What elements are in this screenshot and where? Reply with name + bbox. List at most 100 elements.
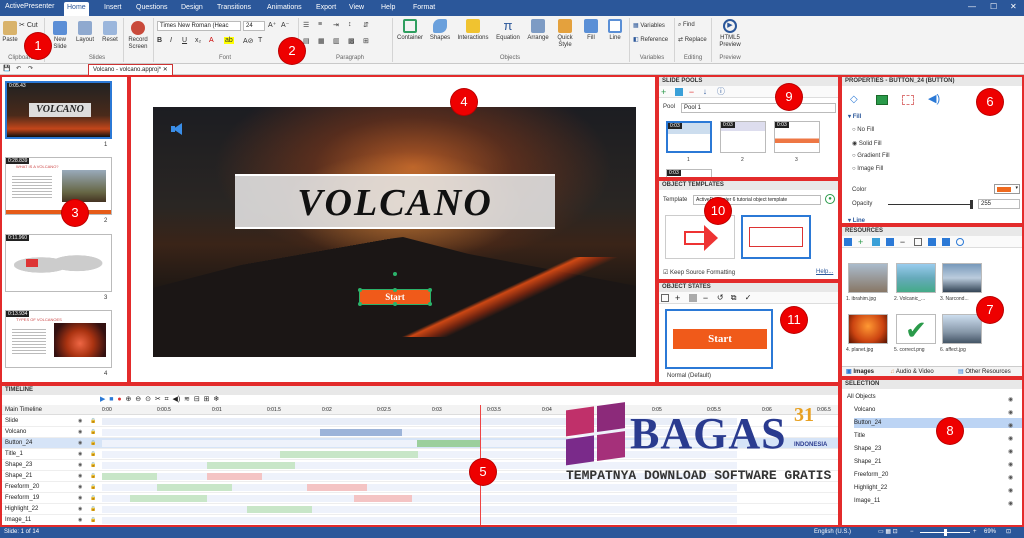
selection-item[interactable]: Highlight_22 — [854, 483, 1022, 493]
tab-home[interactable]: Home — [64, 2, 89, 16]
check-icon[interactable]: ✓ — [745, 294, 753, 302]
resize-handle[interactable] — [358, 288, 362, 292]
tab-design[interactable]: Design — [178, 2, 206, 16]
size-position-icon[interactable] — [876, 95, 888, 105]
keep-source-checkbox[interactable]: ☑ Keep Source Formatting — [663, 269, 735, 276]
tab-audio-video[interactable]: ♫ Audio & Video — [890, 367, 934, 376]
align-left-icon[interactable]: ▤ — [303, 37, 310, 45]
insert-time-icon[interactable]: ⊞ — [204, 396, 210, 403]
record-screen-button[interactable]: Record Screen — [125, 21, 151, 51]
document-tab[interactable]: Volcano - volcano.approj* ✕ — [88, 64, 173, 75]
justify-icon[interactable]: ▩ — [348, 37, 355, 45]
filter-icon[interactable] — [955, 238, 964, 246]
paste-button[interactable]: Paste — [2, 21, 18, 44]
import-resource-icon[interactable] — [871, 238, 880, 246]
lock-icon[interactable]: 🔒 — [90, 471, 96, 482]
lock-icon[interactable]: 🔒 — [90, 438, 96, 449]
timeline-bar[interactable] — [207, 462, 295, 469]
replace-button[interactable]: ⇄ Replace — [678, 36, 707, 43]
pool-slide-4[interactable]: 0:03 — [666, 169, 712, 177]
slide-thumb-2[interactable]: 0:28.839 WHAT IS A VOLCANO? — [5, 157, 112, 215]
lock-icon[interactable]: 🔒 — [90, 416, 96, 427]
lock-icon[interactable]: 🔒 — [90, 449, 96, 460]
container-button[interactable]: Container — [395, 19, 425, 42]
export-resource-icon[interactable] — [885, 238, 894, 246]
timeline-bar[interactable] — [247, 506, 312, 513]
eye-icon[interactable]: ◉ — [78, 515, 82, 525]
lock-icon[interactable]: 🔒 — [90, 482, 96, 493]
add-resource-icon[interactable]: + — [858, 238, 866, 247]
tab-export[interactable]: Export — [313, 2, 339, 16]
selection-item[interactable]: Shape_23 — [854, 444, 1022, 454]
numbering-icon[interactable]: ≡ — [318, 21, 322, 28]
tab-animations[interactable]: Animations — [264, 2, 305, 16]
fit-window-icon[interactable]: ⊡ — [1006, 527, 1011, 538]
line-spacing-icon[interactable]: ↕ — [348, 21, 352, 28]
import-icon[interactable] — [674, 88, 683, 96]
selection-visibility-icons[interactable]: ◉ ◉ ◉ ◉ ◉ ◉ ◉ ◉ ◉ — [1008, 394, 1013, 511]
timeline-bar[interactable] — [280, 451, 418, 458]
large-icons-icon[interactable] — [927, 238, 936, 246]
text-direction-icon[interactable]: ⇵ — [363, 21, 369, 29]
resource-thumb-3[interactable] — [942, 263, 982, 293]
resize-handle[interactable] — [358, 302, 362, 306]
zoom-in-icon[interactable]: ⊕ — [126, 396, 132, 403]
opacity-input[interactable]: 255 — [978, 199, 1020, 209]
undo-icon[interactable]: ↶ — [16, 65, 21, 72]
fill-section-label[interactable]: ▾ Fill — [848, 113, 861, 120]
view-mode-icon[interactable]: ▭ ▦ ⊡ — [878, 527, 898, 538]
resource-thumb-2[interactable] — [896, 263, 936, 293]
zoom-fit-icon[interactable]: ⊙ — [145, 396, 151, 403]
slide-thumb-4[interactable]: 0:13.934 TYPES OF VOLCANOES — [5, 310, 112, 368]
text-effects-icon[interactable]: T — [258, 37, 262, 44]
selection-item[interactable]: Volcano — [854, 405, 1022, 415]
record-icon[interactable]: ● — [117, 396, 121, 403]
selection-item[interactable]: Image_11 — [854, 496, 1022, 506]
selection-item[interactable]: All Objects — [847, 392, 1017, 402]
info-icon[interactable]: ⓘ — [717, 88, 725, 96]
interactions-button[interactable]: Interactions — [455, 19, 491, 42]
add-state-icon[interactable]: + — [675, 294, 683, 303]
resize-handle[interactable] — [393, 288, 397, 292]
zoom-out-icon[interactable]: − — [910, 527, 914, 538]
eye-icon[interactable]: ◉ — [78, 427, 82, 438]
line-section-label[interactable]: ▾ Line — [848, 217, 865, 223]
redo-icon[interactable]: ↷ — [28, 65, 33, 72]
font-size-select[interactable]: 24 — [243, 21, 265, 31]
solid-fill-radio[interactable]: ◉ Solid Fill — [852, 140, 882, 147]
stop-icon[interactable]: ■ — [109, 396, 113, 403]
lock-icon[interactable]: 🔒 — [90, 515, 96, 525]
selection-item[interactable]: Freeform_20 — [854, 470, 1022, 480]
pool-select[interactable]: Pool 1 — [681, 103, 836, 113]
grow-font-icon[interactable]: A⁺ — [268, 21, 276, 29]
font-family-select[interactable]: Times New Roman (Heac — [157, 21, 241, 31]
pool-slide-3[interactable]: 0:03 — [774, 121, 820, 153]
variables-button[interactable]: ▦ Variables — [633, 22, 665, 29]
resource-thumb-1[interactable] — [848, 263, 888, 293]
timeline-bar[interactable] — [354, 495, 412, 502]
fill-button[interactable]: Fill — [580, 19, 602, 42]
download-icon[interactable]: ↓ — [703, 88, 711, 96]
indent-icon[interactable]: ⇥ — [333, 21, 339, 29]
apply-template-icon[interactable]: ● — [825, 194, 835, 204]
edit-resource-icon[interactable] — [913, 238, 922, 246]
lock-icon[interactable]: 🔒 — [90, 493, 96, 504]
tab-other-resources[interactable]: ▤ Other Resources — [958, 367, 1011, 376]
medium-icons-icon[interactable] — [941, 238, 950, 246]
zoom-slider-handle[interactable] — [944, 529, 947, 536]
language-indicator[interactable]: English (U.S.) — [814, 527, 851, 538]
split-icon[interactable]: ⊟ — [194, 396, 200, 403]
timeline-bar[interactable] — [102, 473, 157, 480]
play-icon[interactable]: ▶ — [100, 396, 105, 403]
eye-icon[interactable]: ◉ — [78, 504, 82, 515]
normal-state-preview[interactable]: Start — [665, 309, 773, 369]
rotate-handle[interactable] — [393, 272, 397, 276]
eye-icon[interactable]: ◉ — [78, 471, 82, 482]
tab-format[interactable]: Format — [410, 2, 438, 16]
view-icon[interactable] — [844, 238, 852, 246]
slide-thumb-1[interactable]: 0:05.43 VOLCANO — [5, 81, 112, 139]
template-rect-preview[interactable] — [741, 215, 811, 259]
eye-icon[interactable]: ◉ — [78, 438, 82, 449]
timeline-bar[interactable] — [417, 440, 480, 447]
resize-handle[interactable] — [428, 288, 432, 292]
